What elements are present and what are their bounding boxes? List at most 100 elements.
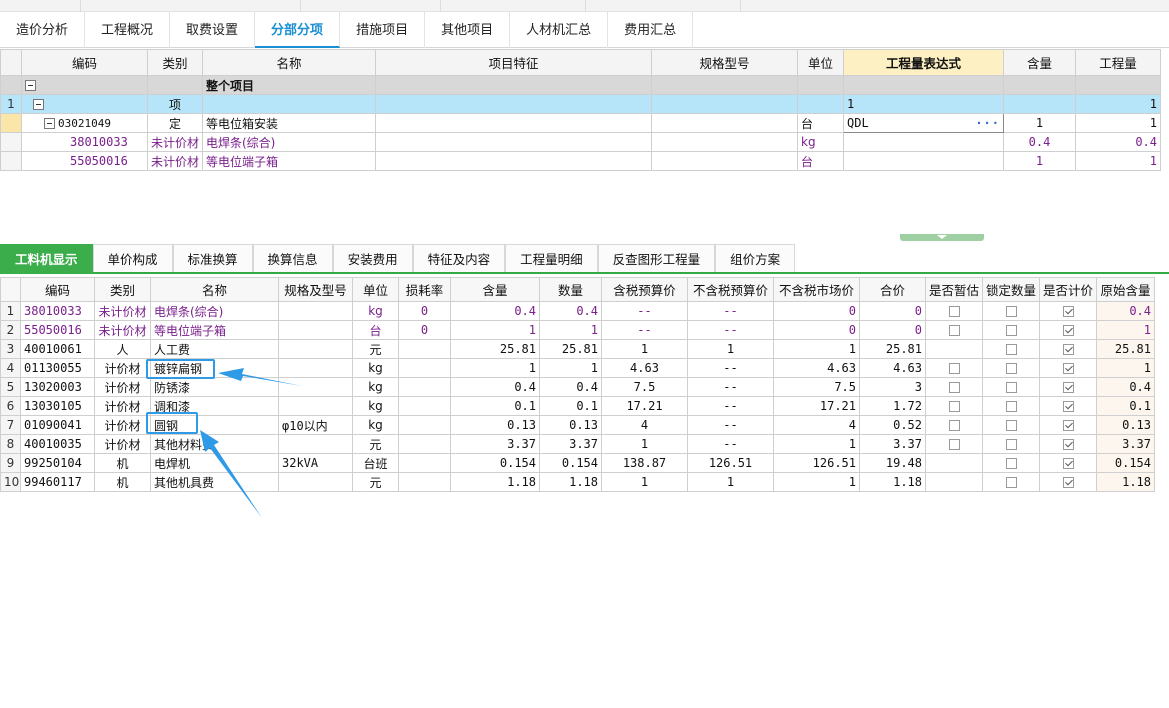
cell-code[interactable]: 01130055 xyxy=(20,358,95,378)
cell-spec[interactable] xyxy=(278,377,353,397)
cell-type[interactable]: 人 xyxy=(94,339,151,359)
header-feature[interactable]: 项目特征 xyxy=(375,49,652,76)
cell-unit[interactable]: 台班 xyxy=(352,453,399,473)
tab-main-3[interactable]: 分部分项 xyxy=(255,12,341,48)
cell-spec[interactable] xyxy=(278,339,353,359)
header-unit[interactable]: 单位 xyxy=(352,277,399,302)
item-expr[interactable]: 1 xyxy=(843,94,1004,114)
quota-row[interactable]: 03021049 定 等电位箱安装 台 QDL ··· 1 1 xyxy=(0,113,1161,133)
cell-type[interactable]: 计价材 xyxy=(94,396,151,416)
estimate-checkbox[interactable] xyxy=(948,401,960,412)
tab-main-6[interactable]: 人材机汇总 xyxy=(510,12,609,48)
quota-feature-cell[interactable] xyxy=(375,113,652,133)
cell-spec[interactable] xyxy=(278,434,353,454)
header-unit[interactable]: 单位 xyxy=(797,49,844,76)
cell-loss[interactable] xyxy=(398,453,451,473)
header-content[interactable]: 含量 xyxy=(450,277,540,302)
header-qty[interactable]: 数量 xyxy=(539,277,602,302)
tab-detail-4[interactable]: 安装费用 xyxy=(332,244,413,272)
cell-content[interactable]: 1.18 xyxy=(450,472,540,492)
cell-total[interactable]: 1.72 xyxy=(859,396,926,416)
cell-content[interactable]: 0.154 xyxy=(450,453,540,473)
header-code[interactable]: 编码 xyxy=(21,49,148,76)
cell-type[interactable]: 计价材 xyxy=(94,434,151,454)
cell-orig-content[interactable]: 3.37 xyxy=(1096,434,1155,454)
priced-checkbox[interactable] xyxy=(1062,325,1074,336)
priced-checkbox[interactable] xyxy=(1062,401,1074,412)
lock-checkbox[interactable] xyxy=(1005,306,1017,317)
cell-notax-budget[interactable]: -- xyxy=(687,377,774,397)
cell-spec[interactable] xyxy=(278,301,353,321)
cell-qty[interactable]: 0.4 xyxy=(539,377,602,397)
collapse-toggle-icon[interactable] xyxy=(25,80,36,91)
cell-unit[interactable]: 元 xyxy=(352,339,399,359)
tab-main-5[interactable]: 其他项目 xyxy=(425,12,511,48)
cell-qty[interactable]: 1.18 xyxy=(539,472,602,492)
cell-unit[interactable]: kg xyxy=(352,396,399,416)
tab-detail-8[interactable]: 组价方案 xyxy=(715,244,796,272)
header-quantity[interactable]: 工程量 xyxy=(1075,49,1161,76)
tab-detail-6[interactable]: 工程量明细 xyxy=(505,244,598,272)
cell-notax-budget[interactable]: 1 xyxy=(687,472,774,492)
cell-qty[interactable]: 0.4 xyxy=(539,301,602,321)
cell-code[interactable]: 55050016 xyxy=(20,320,95,340)
cell-total[interactable]: 0 xyxy=(859,320,926,340)
cell-qty[interactable]: 0.154 xyxy=(539,453,602,473)
cell-notax-market[interactable]: 4 xyxy=(773,415,860,435)
quota-content[interactable]: 1 xyxy=(1003,113,1076,133)
priced-checkbox[interactable] xyxy=(1062,363,1074,374)
cell-total[interactable]: 19.48 xyxy=(859,453,926,473)
cell-notax-market[interactable]: 1 xyxy=(773,339,860,359)
header-loss[interactable]: 损耗率 xyxy=(398,277,451,302)
cell-unit[interactable]: kg xyxy=(352,377,399,397)
cell-content[interactable]: 0.1 xyxy=(450,396,540,416)
cell-total[interactable]: 1.18 xyxy=(859,472,926,492)
cell-unit[interactable]: kg xyxy=(352,358,399,378)
cell-name[interactable]: 其他材料费 xyxy=(150,434,279,454)
header-qty-expression[interactable]: 工程量表达式 xyxy=(843,49,1004,76)
lock-checkbox[interactable] xyxy=(1005,382,1017,393)
cell-code[interactable]: 40010035 xyxy=(20,434,95,454)
cell-notax-market[interactable]: 1 xyxy=(773,472,860,492)
lock-checkbox[interactable] xyxy=(1005,420,1017,431)
cell-type[interactable]: 未计价材 xyxy=(94,320,151,340)
priced-checkbox[interactable] xyxy=(1062,344,1074,355)
cell-notax-budget[interactable]: 126.51 xyxy=(687,453,774,473)
priced-checkbox[interactable] xyxy=(1062,439,1074,450)
cell-orig-content[interactable]: 25.81 xyxy=(1096,339,1155,359)
cell-orig-content[interactable]: 0.13 xyxy=(1096,415,1155,435)
cell-spec[interactable] xyxy=(278,358,353,378)
cell-notax-budget[interactable]: -- xyxy=(687,320,774,340)
cell-notax-budget[interactable]: -- xyxy=(687,434,774,454)
table-row[interactable]: 10 99460117 机其他机具费元 1.18 1.18 1 1 1 1.18 1.18 xyxy=(0,472,1155,492)
table-row[interactable]: 9 99250104 机电焊机 32kVA 台班 0.154 0.154 138.87 126.… xyxy=(0,453,1155,473)
cell-code[interactable]: 99460117 xyxy=(20,472,95,492)
cell-qty[interactable]: 0.13 xyxy=(539,415,602,435)
lock-checkbox[interactable] xyxy=(1005,458,1017,469)
cell-unit[interactable]: kg xyxy=(352,415,399,435)
cell-notax-market[interactable]: 0 xyxy=(773,320,860,340)
item-name-cell[interactable] xyxy=(202,94,376,114)
header-spec[interactable]: 规格及型号 xyxy=(278,277,353,302)
header-estimate[interactable]: 是否暂估 xyxy=(925,277,983,302)
cell-content[interactable]: 1 xyxy=(450,358,540,378)
cell-loss[interactable] xyxy=(398,377,451,397)
cell-unit[interactable]: kg xyxy=(352,301,399,321)
cell-tax-budget[interactable]: 4 xyxy=(601,415,688,435)
cell-loss[interactable] xyxy=(398,339,451,359)
cell-content[interactable]: 25.81 xyxy=(450,339,540,359)
cell-loss[interactable] xyxy=(398,434,451,454)
cell-tax-budget[interactable]: -- xyxy=(601,301,688,321)
estimate-checkbox[interactable] xyxy=(948,325,960,336)
cell-notax-market[interactable]: 7.5 xyxy=(773,377,860,397)
collapse-toggle-icon[interactable] xyxy=(44,118,55,129)
quota-name[interactable]: 等电位箱安装 xyxy=(202,113,376,133)
header-code[interactable]: 编码 xyxy=(20,277,95,302)
priced-checkbox[interactable] xyxy=(1062,477,1074,488)
cell-type[interactable]: 机 xyxy=(94,453,151,473)
cell-content[interactable]: 0.4 xyxy=(450,377,540,397)
header-name[interactable]: 名称 xyxy=(202,49,376,76)
header-orig-content[interactable]: 原始含量 xyxy=(1096,277,1155,302)
priced-checkbox[interactable] xyxy=(1062,306,1074,317)
header-notax-market[interactable]: 不含税市场价 xyxy=(773,277,860,302)
